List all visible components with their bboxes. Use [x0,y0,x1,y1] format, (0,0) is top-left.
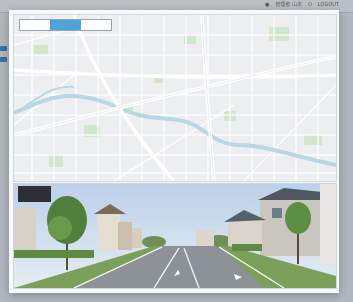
street-view-address [18,186,51,202]
map-tab-2[interactable] [50,20,81,30]
map-tab-1[interactable] [20,20,50,30]
map-tab-3[interactable] [81,20,111,30]
map-canvas [14,15,336,181]
map-view[interactable] [13,14,337,182]
street-view[interactable] [13,183,337,289]
map-type-tabs [19,19,112,31]
street-view-canvas [14,184,336,288]
map-modal [9,10,339,293]
